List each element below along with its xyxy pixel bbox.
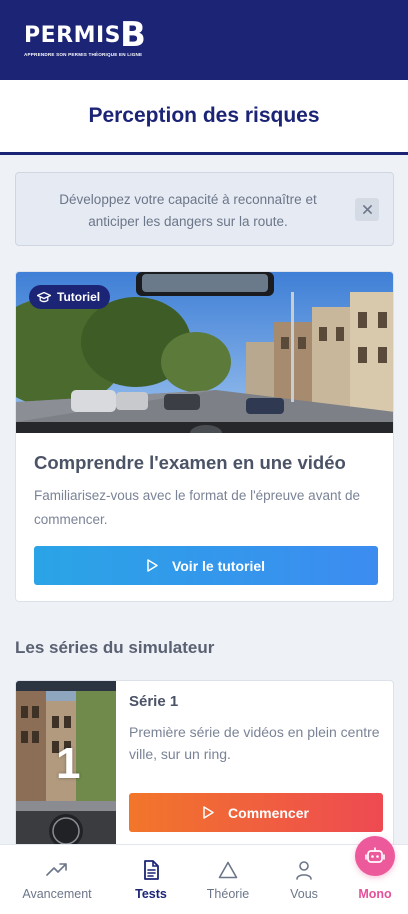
nav-label-avancement: Avancement xyxy=(22,887,92,901)
user-icon xyxy=(296,860,312,880)
graduation-cap-icon xyxy=(37,291,51,302)
page-title: Perception des risques xyxy=(88,104,320,127)
close-icon xyxy=(362,205,372,214)
robot-icon xyxy=(365,847,385,863)
nav-item-theorie[interactable]: Théorie xyxy=(187,845,269,914)
title-header: Perception des risques xyxy=(0,80,408,155)
nav-item-tests[interactable]: Tests xyxy=(110,845,192,914)
document-icon xyxy=(144,860,159,880)
tutorial-video-thumbnail[interactable]: Tutoriel xyxy=(16,272,393,433)
series-number: 1 xyxy=(56,739,81,788)
nav-label-mono: Mono xyxy=(358,887,392,901)
tutorial-badge: Tutoriel xyxy=(29,285,111,309)
watch-tutorial-button[interactable]: Voir le tutoriel xyxy=(34,546,378,585)
nav-item-avancement[interactable]: Avancement xyxy=(16,845,98,914)
nav-label-vous: Vous xyxy=(290,887,318,901)
permisb-logo[interactable]: PERMIS B APPRENDRE SON PERMIS THÉORIQUE … xyxy=(24,15,174,64)
logo-letter: B xyxy=(120,15,146,55)
start-series-label: Commencer xyxy=(228,804,309,821)
play-icon xyxy=(203,806,214,819)
brand-bar: PERMIS B APPRENDRE SON PERMIS THÉORIQUE … xyxy=(0,0,408,80)
bottom-nav: Avancement Tests Théorie Vous Mono xyxy=(0,844,408,914)
close-button[interactable] xyxy=(355,198,379,221)
series-thumbnail[interactable]: 1 xyxy=(16,681,116,869)
play-icon xyxy=(147,559,158,572)
series-section-title: Les séries du simulateur xyxy=(15,638,215,657)
info-banner-text: Développez votre capacité à reconnaître … xyxy=(59,192,317,229)
mono-assistant-button[interactable] xyxy=(355,836,395,876)
logo-tagline: APPRENDRE SON PERMIS THÉORIQUE EN LIGNE xyxy=(24,52,143,57)
nav-item-vous[interactable]: Vous xyxy=(263,845,345,914)
info-banner: Développez votre capacité à reconnaître … xyxy=(15,172,394,246)
nav-label-theorie: Théorie xyxy=(206,887,250,901)
watch-tutorial-label: Voir le tutoriel xyxy=(171,557,266,574)
tutorial-title: Comprendre l'examen en une vidéo xyxy=(34,452,346,473)
series-description: Première série de vidéos en plein centre… xyxy=(129,724,380,762)
tutorial-card: Tutoriel Comprendre l'examen en une vidé… xyxy=(15,271,394,602)
tutorial-badge-label: Tutoriel xyxy=(57,290,101,304)
tutorial-description: Familiarisez-vous avec le format de l'ép… xyxy=(34,488,360,527)
nav-label-tests: Tests xyxy=(135,887,167,901)
trend-up-icon xyxy=(46,863,67,876)
series-title: Série 1 xyxy=(129,693,179,710)
start-series-button[interactable]: Commencer xyxy=(129,793,383,832)
triangle-icon xyxy=(218,861,238,879)
logo-word: PERMIS xyxy=(24,23,122,48)
series-card: 1 Série 1 Première série de vidéos en pl… xyxy=(15,680,394,870)
